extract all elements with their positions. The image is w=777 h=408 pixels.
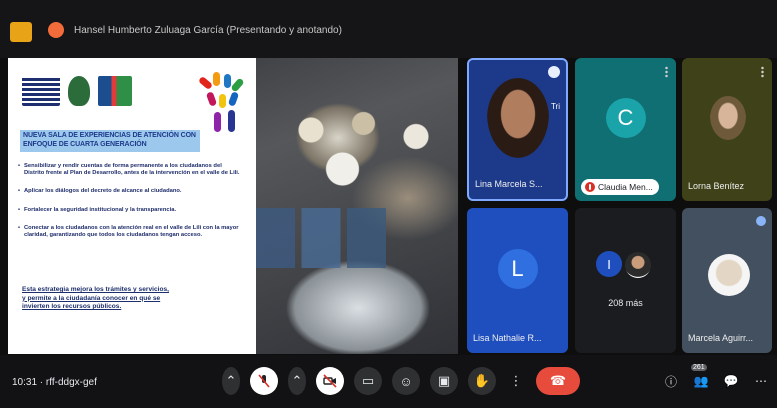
slide-content: NUEVA SALA DE EXPERIENCIAS DE ATENCIÓN C… bbox=[8, 58, 256, 354]
participant-tile[interactable]: C Claudia Men... bbox=[575, 58, 676, 201]
camera-dropdown-button[interactable]: ⌃ bbox=[288, 367, 306, 395]
slide-bullet: Fortalecer la seguridad institucional y … bbox=[18, 207, 243, 214]
more-options-icon[interactable] bbox=[761, 66, 764, 78]
speaking-indicator-icon bbox=[548, 66, 560, 78]
chat-icon[interactable]: 💬 bbox=[723, 373, 739, 389]
participant-name: Lorna Benítez bbox=[688, 181, 745, 191]
meeting-controls-bar: 10:31 · rff-ddgx-gef ⌃ ⌃ ▭ ☺ ▣ ✋ ⋮ ☎ ⓘ 2… bbox=[0, 355, 777, 408]
mic-off-icon bbox=[585, 182, 595, 192]
participant-name-pill: Claudia Men... bbox=[581, 179, 659, 195]
monitor-screens-detail bbox=[256, 208, 386, 268]
caption-label: Tri bbox=[550, 102, 560, 111]
participant-video bbox=[487, 78, 549, 158]
pin-icon[interactable] bbox=[756, 216, 766, 226]
raise-hand-icon[interactable]: ✋ bbox=[468, 367, 496, 395]
participant-thumbnail bbox=[625, 252, 651, 278]
meeting-time-and-code: 10:31 · rff-ddgx-gef bbox=[12, 377, 97, 388]
captions-icon[interactable]: ▭ bbox=[354, 367, 382, 395]
participant-tile[interactable]: I 208 más bbox=[575, 208, 676, 353]
slide-title: NUEVA SALA DE EXPERIENCIAS DE ATENCIÓN C… bbox=[20, 130, 200, 152]
institution-logos bbox=[22, 76, 132, 106]
call-controls: ⌃ ⌃ ▭ ☺ ▣ ✋ ⋮ ☎ bbox=[222, 367, 580, 395]
participant-tile[interactable]: Marcela Aguirr... bbox=[682, 208, 772, 353]
slide-bullet: Aplicar los diálogos del decreto de alca… bbox=[18, 188, 243, 195]
brand-mark-icon bbox=[197, 70, 245, 136]
activities-icon[interactable]: ⋯ bbox=[753, 373, 769, 389]
info-icon[interactable]: ⓘ bbox=[663, 373, 679, 389]
slide-bullet: Sensibilizar y rendir cuentas de forma p… bbox=[18, 163, 243, 177]
presenter-text: Hansel Humberto Zuluaga García (Presenta… bbox=[74, 24, 342, 36]
avatar: I bbox=[596, 251, 622, 277]
participant-tile[interactable]: Tri Lina Marcela S... bbox=[467, 58, 568, 201]
people-icon[interactable]: 261 👥 bbox=[691, 364, 709, 389]
partner-logo-icon bbox=[98, 76, 132, 106]
slide-footer: Esta estrategia mejora los trámites y se… bbox=[22, 286, 169, 311]
participant-video bbox=[708, 254, 750, 296]
participant-tile[interactable]: Lorna Benítez bbox=[682, 58, 772, 201]
present-icon[interactable]: ▣ bbox=[430, 367, 458, 395]
participants-count-badge: 261 bbox=[691, 364, 707, 371]
presenting-icon bbox=[48, 22, 64, 38]
participant-name: Lisa Nathalie R... bbox=[473, 333, 542, 343]
shield-logo-icon bbox=[68, 76, 90, 106]
mic-dropdown-button[interactable]: ⌃ bbox=[222, 367, 240, 395]
presenter-banner: Hansel Humberto Zuluaga García (Presenta… bbox=[48, 22, 342, 38]
slide-bullets: Sensibilizar y rendir cuentas de forma p… bbox=[18, 163, 243, 250]
more-icon[interactable]: ⋮ bbox=[506, 367, 526, 395]
top-bar: Hansel Humberto Zuluaga García (Presenta… bbox=[0, 0, 777, 58]
participant-name: Claudia Men... bbox=[598, 182, 653, 192]
participant-name: Marcela Aguirr... bbox=[688, 333, 754, 343]
avatar: C bbox=[605, 98, 646, 139]
more-options-icon[interactable] bbox=[665, 66, 668, 78]
presentation-stage[interactable]: NUEVA SALA DE EXPERIENCIAS DE ATENCIÓN C… bbox=[8, 58, 458, 354]
mic-off-icon[interactable] bbox=[250, 367, 278, 395]
slide-bullet: Conectar a los ciudadanos con la atenció… bbox=[18, 225, 243, 239]
camera-off-icon[interactable] bbox=[316, 367, 344, 395]
participant-name: Lina Marcela S... bbox=[475, 179, 543, 189]
meet-logo-icon bbox=[10, 22, 32, 42]
emoji-icon[interactable]: ☺ bbox=[392, 367, 420, 395]
more-participants-count: 208 más bbox=[608, 298, 643, 308]
district-logo-icon bbox=[22, 76, 60, 106]
participant-video bbox=[710, 96, 746, 140]
avatar: L bbox=[497, 248, 538, 289]
crowd-photo-detail bbox=[248, 78, 458, 208]
participant-tile[interactable]: L Lisa Nathalie R... bbox=[467, 208, 568, 353]
end-call-icon[interactable]: ☎ bbox=[536, 367, 580, 395]
side-panel-tools: ⓘ 261 👥 💬 ⋯ bbox=[663, 364, 769, 389]
